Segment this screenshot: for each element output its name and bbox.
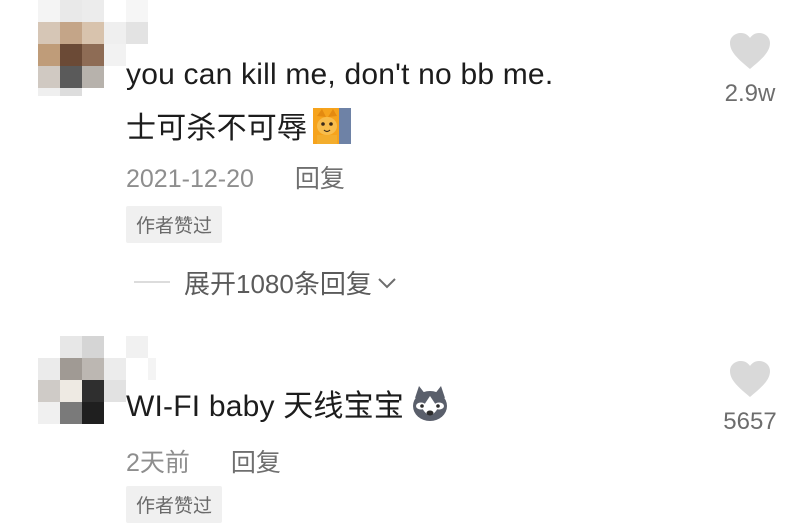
avatar-pixel [104,380,126,402]
comment-meta: 2021-12-20 回复 [126,159,345,195]
comment-text-line2: 士可杀不可辱 [126,103,352,152]
comment-date: 2021-12-20 [126,165,254,193]
like-button[interactable]: 2.9w [710,32,790,108]
comment-text-chinese: 士可杀不可辱 [126,112,308,145]
avatar-pixel [82,336,104,358]
avatar-pixel [60,22,82,44]
like-button[interactable]: 5657 [710,360,790,436]
expand-replies-button[interactable]: 展开1080条回复 [134,262,398,302]
comment-date: 2天前 [126,449,190,477]
avatar-pixel [82,66,104,88]
husky-dog-emoji-icon [410,384,450,432]
expand-replies-label: 展开1080条回复 [184,268,372,299]
avatar-pixel [82,358,104,380]
avatar-pixel [38,380,60,402]
avatar-pixel [60,402,82,424]
comment-text: WI-FI baby 天线宝宝 [126,390,405,423]
avatar-pixel [38,88,60,96]
avatar-pixel [60,0,82,22]
comment-text-line1: WI-FI baby 天线宝宝 [126,381,450,432]
avatar-pixel [104,358,126,380]
like-count: 5657 [723,408,777,435]
avatar-pixel [38,358,60,380]
divider [134,281,170,283]
avatar-pixel [126,22,148,44]
avatar-pixel [60,66,82,88]
author-liked-badge: 作者赞过 [126,486,223,523]
avatar-pixel [82,0,104,22]
like-count: 2.9w [724,80,776,107]
avatar-pixel [82,44,104,66]
chevron-down-icon [378,278,396,289]
avatar-pixel [38,44,60,66]
comment-text: you can kill me, don't no bb me. [126,58,554,91]
avatar-pixel [82,402,104,424]
avatar-pixel [104,22,126,44]
avatar-pixel [38,22,60,44]
cat-emoji-icon [313,108,352,152]
avatar-pixel [60,88,82,96]
avatar-pixel [60,358,82,380]
heart-icon [730,33,770,69]
avatar-pixel [60,336,82,358]
reply-button[interactable]: 回复 [295,159,345,195]
avatar-pixel [60,44,82,66]
avatar-pixel [38,66,60,88]
heart-icon [730,361,770,397]
avatar-pixel [104,44,126,66]
author-liked-badge: 作者赞过 [126,206,223,243]
avatar-pixel [82,380,104,402]
avatar-pixel [126,336,148,358]
comment-meta: 2天前 回复 [126,443,281,479]
avatar-pixel [82,22,104,44]
avatar-pixel [38,0,60,22]
comment-list: you can kill me, don't no bb me. 士可杀不可辱 … [0,0,798,528]
avatar-pixel [60,380,82,402]
reply-button[interactable]: 回复 [231,443,281,479]
avatar-pixel [126,0,148,22]
avatar-pixel [38,402,60,424]
avatar-pixel [148,358,156,380]
